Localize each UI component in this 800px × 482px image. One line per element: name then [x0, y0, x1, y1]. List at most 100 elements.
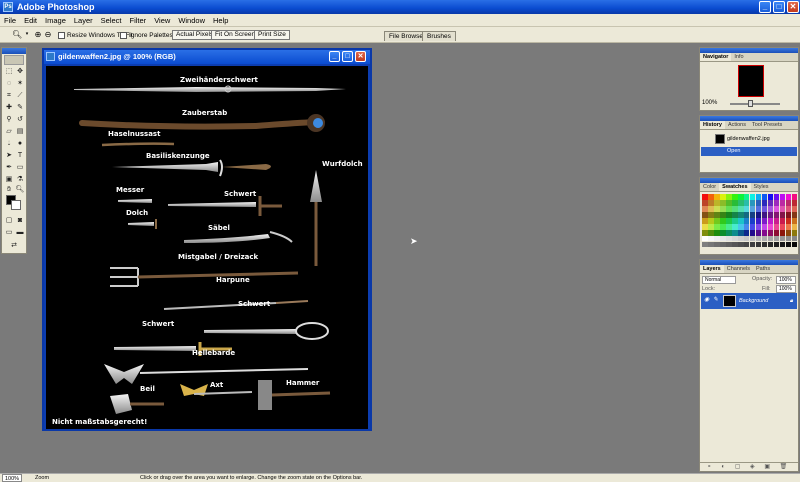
history-state-row[interactable]: Open: [701, 147, 797, 156]
status-doc-info[interactable]: Zoom: [35, 474, 49, 482]
color-swatch[interactable]: [719, 235, 726, 242]
pen-tool-icon[interactable]: ✒: [4, 163, 14, 173]
color-swatch[interactable]: [761, 205, 768, 212]
tab-actions[interactable]: Actions: [725, 121, 749, 129]
tab-info[interactable]: Info: [731, 53, 746, 61]
move-tool-icon[interactable]: ✥: [15, 67, 25, 77]
color-swatch[interactable]: [702, 241, 708, 248]
history-snapshot-row[interactable]: gildenwaffen2.jpg: [701, 132, 797, 146]
color-swatch[interactable]: [707, 211, 714, 218]
color-swatch[interactable]: [707, 194, 714, 200]
color-swatch[interactable]: [761, 217, 768, 224]
color-swatch[interactable]: [731, 241, 738, 248]
color-swatch[interactable]: [725, 217, 732, 224]
color-swatch[interactable]: [725, 235, 732, 242]
color-swatch[interactable]: [725, 211, 732, 218]
color-swatch[interactable]: [767, 194, 774, 200]
color-swatch[interactable]: [713, 194, 720, 200]
color-swatch[interactable]: [707, 235, 714, 242]
color-swatch[interactable]: [719, 199, 726, 206]
color-swatch[interactable]: [743, 199, 750, 206]
color-swatch[interactable]: [713, 199, 720, 206]
menu-select[interactable]: Select: [97, 14, 126, 27]
color-swatch[interactable]: [707, 241, 714, 248]
color-swatch[interactable]: [737, 241, 744, 248]
color-swatch[interactable]: [761, 199, 768, 206]
standard-mode-icon[interactable]: ▢: [4, 216, 14, 226]
color-swatch[interactable]: [713, 235, 720, 242]
fit-on-screen-button[interactable]: Fit On Screen: [211, 30, 260, 40]
color-swatch[interactable]: [749, 217, 756, 224]
color-swatch[interactable]: [713, 211, 720, 218]
color-swatch[interactable]: [743, 211, 750, 218]
color-swatch[interactable]: [785, 235, 792, 242]
color-swatch[interactable]: [773, 194, 780, 200]
menu-help[interactable]: Help: [209, 14, 232, 27]
color-swatch[interactable]: [737, 211, 744, 218]
color-swatch[interactable]: [791, 199, 798, 206]
color-swatch[interactable]: [785, 229, 792, 236]
color-swatch[interactable]: [761, 229, 768, 236]
color-swatch[interactable]: [731, 194, 738, 200]
color-swatch[interactable]: [713, 241, 720, 248]
navigator-zoom-knob[interactable]: [748, 100, 753, 107]
color-swatch[interactable]: [767, 235, 774, 242]
color-swatch[interactable]: [707, 217, 714, 224]
tool-preset-arrow-icon[interactable]: ▾: [22, 29, 32, 40]
color-swatch[interactable]: [773, 229, 780, 236]
color-swatch[interactable]: [749, 199, 756, 206]
healing-brush-tool-icon[interactable]: ✚: [4, 103, 14, 113]
color-swatch[interactable]: [719, 205, 726, 212]
color-swatch[interactable]: [731, 217, 738, 224]
color-swatch[interactable]: [743, 235, 750, 242]
zoom-out-icon[interactable]: ⊖: [43, 29, 53, 40]
color-swatch[interactable]: [767, 211, 774, 218]
color-swatch[interactable]: [725, 205, 732, 212]
color-swatch[interactable]: [785, 223, 792, 230]
gradient-tool-icon[interactable]: ▤: [15, 127, 25, 137]
print-size-button[interactable]: Print Size: [254, 30, 290, 40]
color-swatch[interactable]: [725, 199, 732, 206]
color-swatch[interactable]: [773, 235, 780, 242]
color-swatch[interactable]: [719, 223, 726, 230]
color-swatch[interactable]: [749, 241, 756, 248]
tab-navigator[interactable]: Navigator: [700, 53, 732, 61]
doc-close-button[interactable]: ✕: [355, 51, 366, 62]
document-titlebar[interactable]: gildenwaffen2.jpg @ 100% (RGB) _ □ ✕: [44, 50, 370, 64]
color-swatch[interactable]: [755, 205, 762, 212]
color-swatch[interactable]: [702, 223, 708, 230]
color-swatch[interactable]: [707, 229, 714, 236]
color-swatch[interactable]: [725, 194, 732, 200]
color-swatch[interactable]: [713, 205, 720, 212]
marquee-tool-icon[interactable]: ⬚: [4, 67, 14, 77]
doc-maximize-button[interactable]: □: [342, 51, 353, 62]
color-swatch[interactable]: [713, 223, 720, 230]
color-swatch[interactable]: [737, 229, 744, 236]
navigator-thumbnail[interactable]: [738, 65, 764, 97]
color-swatch[interactable]: [743, 223, 750, 230]
color-swatch[interactable]: [761, 241, 768, 248]
hand-tool-icon[interactable]: ✋︎: [4, 185, 14, 195]
color-swatch[interactable]: [785, 241, 792, 248]
brush-link-icon[interactable]: ✎: [713, 297, 720, 304]
maximize-button[interactable]: □: [773, 1, 785, 13]
color-swatch[interactable]: [791, 205, 798, 212]
color-swatch[interactable]: [761, 235, 768, 242]
color-swatch[interactable]: [719, 217, 726, 224]
color-swatch[interactable]: [761, 211, 768, 218]
color-swatch[interactable]: [749, 194, 756, 200]
color-swatch[interactable]: [749, 235, 756, 242]
tab-tool-presets[interactable]: Tool Presets: [749, 121, 785, 129]
color-swatch[interactable]: [725, 223, 732, 230]
color-swatch[interactable]: [731, 235, 738, 242]
color-swatch[interactable]: [773, 199, 780, 206]
color-swatch[interactable]: [761, 223, 768, 230]
color-swatch[interactable]: [702, 211, 708, 218]
color-swatch[interactable]: [702, 229, 708, 236]
color-swatch[interactable]: [773, 241, 780, 248]
color-swatch[interactable]: [779, 199, 786, 206]
notes-tool-icon[interactable]: ▣: [4, 175, 14, 185]
color-swatch[interactable]: [719, 229, 726, 236]
color-swatch[interactable]: [731, 229, 738, 236]
zoom-in-icon[interactable]: ⊕: [33, 29, 43, 40]
